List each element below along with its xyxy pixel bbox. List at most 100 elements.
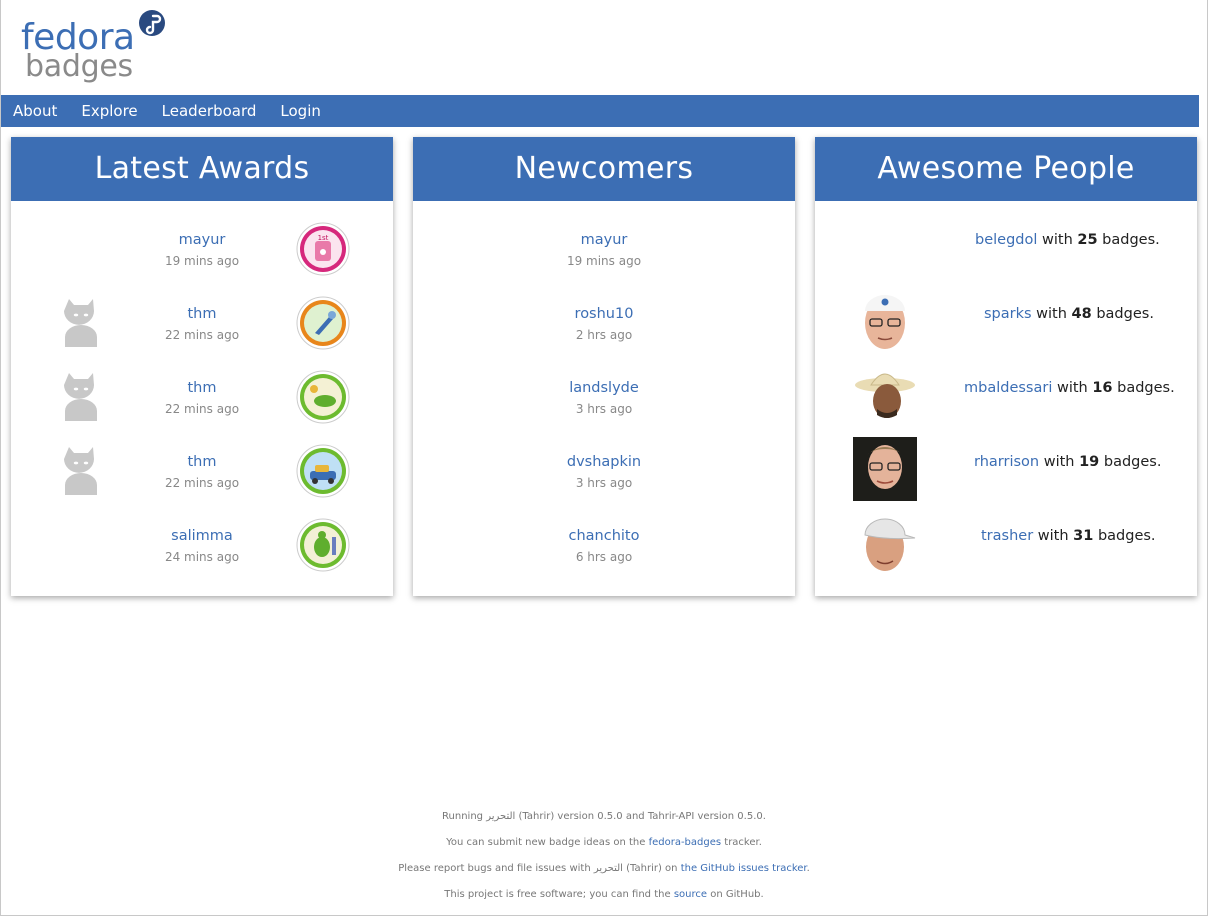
default-avatar-icon <box>63 443 99 495</box>
leader-user-link[interactable]: rharrison <box>974 454 1039 470</box>
footer-version-line: Running التحرير (Tahrir) version 0.5.0 a… <box>442 811 766 822</box>
fedora-badges-tracker-link[interactable]: fedora-badges <box>649 837 722 848</box>
footer-text: This project is free software; you can f… <box>444 889 674 900</box>
award-time: 19 mins ago <box>164 254 240 268</box>
newcomer-user-link[interactable]: landslyde <box>524 380 684 396</box>
footer-text: tracker. <box>721 837 762 848</box>
nav-leaderboard[interactable]: Leaderboard <box>162 102 257 120</box>
awesome-people-title: Awesome People <box>815 137 1197 201</box>
leader-user-link[interactable]: sparks <box>984 306 1032 322</box>
newcomer-time: 3 hrs ago <box>575 402 633 416</box>
award-user-link[interactable]: thm <box>122 380 282 396</box>
nav-explore[interactable]: Explore <box>81 102 137 120</box>
github-issues-link[interactable]: the GitHub issues tracker <box>681 863 807 874</box>
avatar[interactable] <box>853 363 917 427</box>
newcomer-row: roshu10 2 hrs ago <box>413 295 795 369</box>
newcomer-row: mayur 19 mins ago <box>413 221 795 295</box>
avatar[interactable] <box>853 437 917 501</box>
footer-text: on GitHub. <box>707 889 764 900</box>
with-text: with <box>1037 528 1069 544</box>
with-text: with <box>1056 380 1088 396</box>
award-row: mayur 19 mins ago 1st <box>11 221 393 295</box>
source-link[interactable]: source <box>674 889 707 900</box>
footer-text: Please report bugs and file issues with … <box>398 863 681 874</box>
leader-row: rharrison with 19 badges. <box>815 437 1197 511</box>
badges-text: badges. <box>1096 306 1154 322</box>
badge-count: 19 <box>1079 454 1100 470</box>
badge-count: 16 <box>1092 380 1113 396</box>
latest-awards-title: Latest Awards <box>11 137 393 201</box>
newcomers-title: Newcomers <box>413 137 795 201</box>
leader-user-link[interactable]: belegdol <box>975 232 1037 248</box>
newcomer-time: 6 hrs ago <box>575 550 633 564</box>
award-row: salimma 24 mins ago <box>11 517 393 591</box>
avatar[interactable] <box>853 511 917 575</box>
newcomer-time: 19 mins ago <box>566 254 642 268</box>
with-text: with <box>1042 232 1073 248</box>
leader-row: belegdol with 25 badges. <box>815 221 1197 295</box>
newcomer-user-link[interactable]: dvshapkin <box>524 454 684 470</box>
awesome-people-panel: Awesome People belegdol with 25 badges. … <box>815 137 1197 596</box>
leader-line: trasher with 31 badges. <box>981 528 1156 544</box>
leader-row: mbaldessari with 16 badges. <box>815 363 1197 437</box>
nav-login[interactable]: Login <box>280 102 320 120</box>
badge-count: 48 <box>1071 306 1092 322</box>
newcomer-user-link[interactable]: mayur <box>524 232 684 248</box>
newcomer-row: chanchito 6 hrs ago <box>413 517 795 591</box>
default-avatar-icon <box>63 295 99 347</box>
badges-text: badges. <box>1102 232 1160 248</box>
default-avatar-icon <box>63 369 99 421</box>
nav-about[interactable]: About <box>13 102 57 120</box>
footer-text: . <box>806 863 810 874</box>
award-time: 22 mins ago <box>164 402 240 416</box>
badges-text: badges. <box>1097 528 1156 544</box>
leader-user-link[interactable]: mbaldessari <box>964 380 1052 396</box>
newcomer-row: landslyde 3 hrs ago <box>413 369 795 443</box>
newcomer-time: 3 hrs ago <box>575 476 633 490</box>
newcomers-panel: Newcomers mayur 19 mins ago roshu10 2 hr… <box>413 137 795 596</box>
footer-text: You can submit new badge ideas on the <box>446 837 649 848</box>
svg-text:1st: 1st <box>318 234 329 242</box>
newcomer-user-link[interactable]: roshu10 <box>524 306 684 322</box>
footer: Running التحرير (Tahrir) version 0.5.0 a… <box>1 808 1207 912</box>
award-time: 24 mins ago <box>164 550 240 564</box>
wrench-badge-icon[interactable] <box>295 295 351 351</box>
with-text: with <box>1036 306 1067 322</box>
badges-text: badges. <box>1117 380 1175 396</box>
badge-count: 31 <box>1073 528 1094 544</box>
fedora-infinity-icon <box>139 10 165 36</box>
dragon-badge-icon[interactable] <box>295 369 351 425</box>
leader-row: trasher with 31 badges. <box>815 511 1197 585</box>
leader-user-link[interactable]: trasher <box>981 528 1033 544</box>
first-place-badge-icon[interactable]: 1st <box>295 221 351 277</box>
leader-line: rharrison with 19 badges. <box>974 454 1161 470</box>
logo-badges-text: badges <box>25 49 133 84</box>
award-user-link[interactable]: mayur <box>122 232 282 248</box>
award-user-link[interactable]: salimma <box>122 528 282 544</box>
main-nav: About Explore Leaderboard Login <box>1 95 1199 127</box>
badges-text: badges. <box>1103 454 1162 470</box>
latest-awards-panel: Latest Awards mayur 19 mins ago 1st thm <box>11 137 393 596</box>
award-row: thm 22 mins ago <box>11 295 393 369</box>
turtle-badge-icon[interactable] <box>295 517 351 573</box>
footer-ideas-line: You can submit new badge ideas on the fe… <box>1 834 1207 860</box>
car-badge-icon[interactable] <box>295 443 351 499</box>
award-row: thm 22 mins ago <box>11 443 393 517</box>
award-user-link[interactable]: thm <box>122 306 282 322</box>
with-text: with <box>1043 454 1075 470</box>
leader-line: sparks with 48 badges. <box>984 306 1154 322</box>
newcomer-row: dvshapkin 3 hrs ago <box>413 443 795 517</box>
badge-count: 25 <box>1077 232 1098 248</box>
fedora-badges-logo[interactable]: fedora badges <box>21 10 171 88</box>
award-row: thm 22 mins ago <box>11 369 393 443</box>
award-time: 22 mins ago <box>164 328 240 342</box>
leader-line: mbaldessari with 16 badges. <box>964 380 1175 396</box>
leader-line: belegdol with 25 badges. <box>975 232 1160 248</box>
newcomer-user-link[interactable]: chanchito <box>524 528 684 544</box>
award-user-link[interactable]: thm <box>122 454 282 470</box>
footer-bugs-line: Please report bugs and file issues with … <box>1 860 1207 886</box>
leader-row: sparks with 48 badges. <box>815 289 1197 363</box>
header: fedora badges <box>1 0 1207 95</box>
avatar[interactable] <box>853 289 917 353</box>
newcomer-time: 2 hrs ago <box>575 328 633 342</box>
